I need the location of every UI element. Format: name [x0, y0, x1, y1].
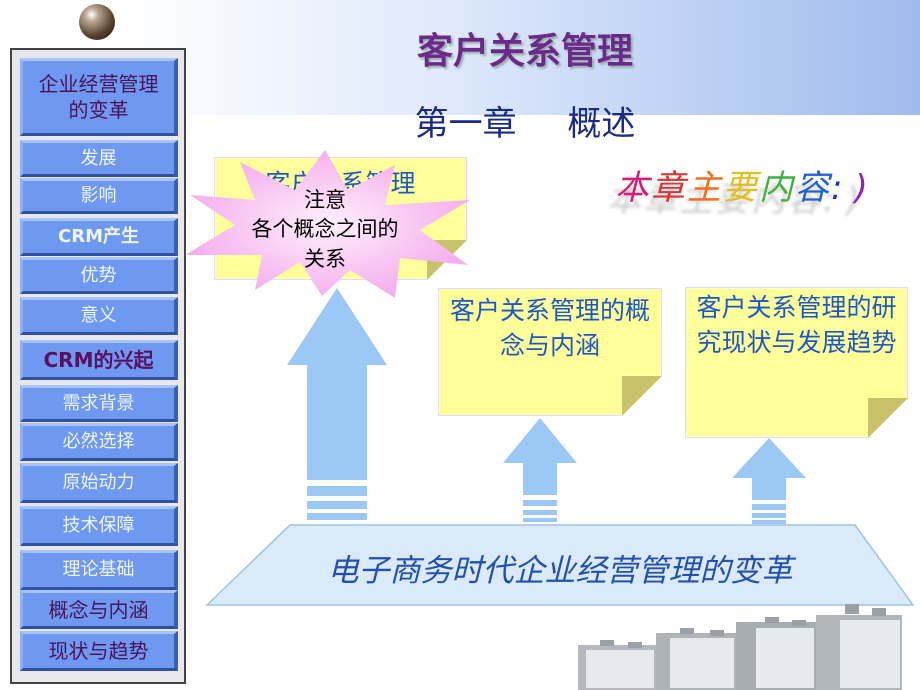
buildings-illustration [578, 604, 902, 690]
callout-line: 各个概念之间的 [251, 217, 399, 242]
arrow-up-icon [287, 288, 387, 520]
base-label: 电子商务时代企业经营管理的变革 [327, 553, 793, 589]
callout-text: 注意 各个概念之间的 关系 [225, 186, 425, 274]
arrow-up-icon [732, 438, 806, 524]
arrow-up-icon [503, 418, 577, 522]
callout-line: 关系 [304, 246, 346, 271]
callout-line: 注意 [304, 188, 346, 212]
